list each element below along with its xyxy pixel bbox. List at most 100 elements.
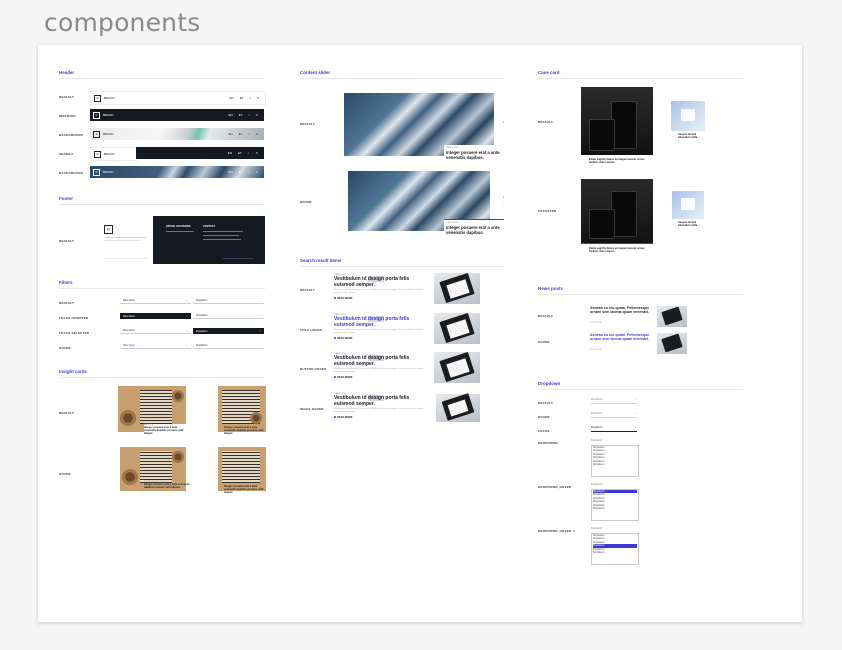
brand-logo-icon: R (104, 225, 113, 234)
search-icon[interactable]: ⌕ (249, 170, 251, 174)
arrow-icon (334, 297, 337, 300)
menu-icon[interactable]: ≡ (256, 132, 258, 136)
read-more-button[interactable]: READ MORE (334, 297, 430, 300)
read-more-button[interactable]: READ MORE (334, 416, 430, 419)
case-card-image[interactable] (581, 179, 653, 244)
close-icon[interactable]: ✕ (255, 151, 258, 155)
dropdown-value: Dropdown (591, 412, 603, 415)
dropdown-option[interactable]: Dropdown (593, 551, 637, 554)
dropdown-listbox[interactable]: Dropdown Dropdown Dropdown Dropdown Drop… (591, 489, 639, 521)
read-more-button[interactable]: READ MORE (334, 337, 430, 340)
header-background-image[interactable]: R BRAND EN ET ⌕ ≡ (90, 166, 264, 178)
dropdown-variant-label: DROPDOWN (538, 441, 558, 445)
nav-lang-et[interactable]: ET (239, 132, 243, 136)
filter-value: Dropdown (196, 314, 208, 317)
filter-right[interactable]: Dropdown ⌃ (193, 328, 264, 334)
search-result-image[interactable] (434, 272, 480, 304)
insight-card-caption[interactable]: Integer posuere erat a ante venenatis da… (144, 483, 190, 495)
dropdown-listbox[interactable]: Dropdown Dropdown Dropdown Dropdown Drop… (591, 533, 639, 565)
header-background[interactable]: R BRAND EN ET ⌕ ≡ (90, 128, 264, 140)
search-result-item[interactable]: CATEGORY Vestibulum id design porta feli… (334, 314, 430, 340)
search-result-item[interactable]: CATEGORY Vestibulum id design porta feli… (334, 393, 430, 419)
filter-value: Dropdown (196, 329, 208, 333)
divider (538, 78, 743, 79)
dropdown-default[interactable]: Dropdown ⌄ (591, 398, 637, 404)
dropdown-value: Dropdown (591, 527, 603, 530)
menu-icon[interactable]: ≡ (256, 113, 258, 117)
nav-lang-en[interactable]: EN (229, 132, 233, 136)
chevron-down-icon: ⌄ (634, 412, 637, 415)
filter-variant-label: FOCUS INVERTED (59, 316, 89, 320)
search-icon[interactable]: ⌕ (249, 132, 251, 136)
slider-pagination[interactable]: • · · (503, 195, 504, 207)
search-result-body: Maecenas sed diam eget risus varius blan… (334, 329, 424, 334)
filter-right[interactable]: Dropdown ⌄ (193, 298, 264, 304)
header-variant-label: DEFAULT (59, 95, 75, 99)
dropdown-listbox[interactable]: Dropdown Dropdown Dropdown Dropdown Drop… (591, 445, 639, 477)
filter-variant-label: HOVER (59, 346, 71, 350)
menu-icon[interactable]: ≡ (257, 96, 259, 100)
case-variant-label: FOCUSSED (538, 209, 557, 213)
dropdown-section-title: Dropdown (538, 381, 561, 386)
case-card-image[interactable] (581, 87, 653, 155)
dropdown-focus[interactable]: Dropdown ⌄ (591, 426, 637, 432)
dropdown-hover[interactable]: Dropdown ⌄ (591, 412, 637, 418)
dropdown-option[interactable]: Dropdown (593, 463, 637, 466)
slider-pagination[interactable]: • · · (503, 120, 504, 132)
search-result-image[interactable] (434, 351, 480, 383)
case-card-side-image[interactable] (672, 191, 704, 219)
nav-lang-et[interactable]: ET (239, 170, 243, 174)
filter-left[interactable]: Filter label ⌄ (120, 328, 191, 334)
search-icon[interactable]: ⌕ (250, 96, 252, 100)
footer-left: R (98, 216, 153, 264)
dropdown-open-header[interactable]: Dropdown (591, 439, 637, 444)
arrow-icon (334, 416, 337, 419)
search-result-body: Maecenas sed diam eget risus varius blan… (334, 289, 424, 294)
news-post-image[interactable] (657, 333, 687, 354)
filter-left[interactable]: Filter label ⌄ (120, 313, 191, 319)
search-result-item[interactable]: CATEGORY Vestibulum id design porta feli… (334, 274, 430, 300)
menu-icon[interactable]: ≡ (256, 170, 258, 174)
header-search-panel[interactable]: EN ET ⌕ ✕ (136, 147, 264, 159)
news-variant-label: DEFAULT (538, 314, 554, 318)
slider-caption-card[interactable]: CATEGORY Integer posuere erat a ante ven… (444, 219, 504, 244)
slider-caption-card[interactable]: CATEGORY Integer posuere erat a ante ven… (444, 145, 504, 169)
dropdown-open-header[interactable]: Dropdown (591, 483, 637, 488)
nav-lang-et[interactable]: ET (239, 113, 243, 117)
dropdown-open-header[interactable]: Dropdown (591, 527, 637, 532)
divider (538, 389, 743, 390)
search-result-image[interactable] (436, 393, 480, 422)
header-inverted[interactable]: R BRAND EN ET ⌕ ≡ (90, 109, 264, 121)
insight-card-caption[interactable]: ARTICLE Integer posuere erat a ante vene… (144, 424, 188, 438)
news-post-heading[interactable]: Aenean eu leo quam. Pellentesque ornare … (590, 306, 652, 315)
nav-lang-en[interactable]: EN (230, 96, 234, 100)
search-variant-label: TITLE HOVER (300, 328, 323, 332)
news-post-image[interactable] (657, 306, 687, 327)
filter-value: Filter label (123, 344, 135, 347)
nav-lang-et[interactable]: ET (238, 151, 242, 155)
insight-variant-label: DEFAULT (59, 411, 75, 415)
news-post-date: 12.05.2019 (590, 349, 601, 351)
filter-right[interactable]: Dropdown ⌄ (193, 343, 264, 349)
read-more-label: READ MORE (337, 415, 353, 419)
nav-lang-et[interactable]: ET (240, 96, 244, 100)
nav-lang-en[interactable]: EN (228, 151, 232, 155)
brand-text: BRAND (104, 152, 115, 156)
dropdown-variant-label: DROPDOWN_HOVER_2 (538, 529, 576, 533)
case-card-side-image[interactable] (671, 101, 705, 131)
search-result-image[interactable] (434, 312, 480, 344)
search-icon[interactable]: ⌕ (249, 113, 251, 117)
chevron-down-icon: ⌄ (258, 299, 261, 302)
read-more-button[interactable]: READ MORE (334, 376, 430, 379)
nav-lang-en[interactable]: EN (229, 170, 233, 174)
news-post-heading[interactable]: Aenean eu leo quam. Pellentesque ornare … (590, 333, 652, 342)
filter-left[interactable]: Filter label ⌄ (120, 343, 191, 349)
search-icon[interactable]: ⌕ (248, 151, 250, 155)
filter-left[interactable]: Filter label ⌄ (120, 298, 191, 304)
nav-lang-en[interactable]: EN (229, 113, 233, 117)
header-default[interactable]: R BRAND EN ET ⌕ ≡ (90, 91, 266, 105)
dropdown-option[interactable]: Dropdown (593, 507, 637, 510)
dropdown-value: Dropdown (591, 483, 603, 486)
filter-right[interactable]: Dropdown ⌄ (193, 313, 264, 319)
search-result-item[interactable]: CATEGORY Vestibulum id design porta feli… (334, 353, 430, 379)
